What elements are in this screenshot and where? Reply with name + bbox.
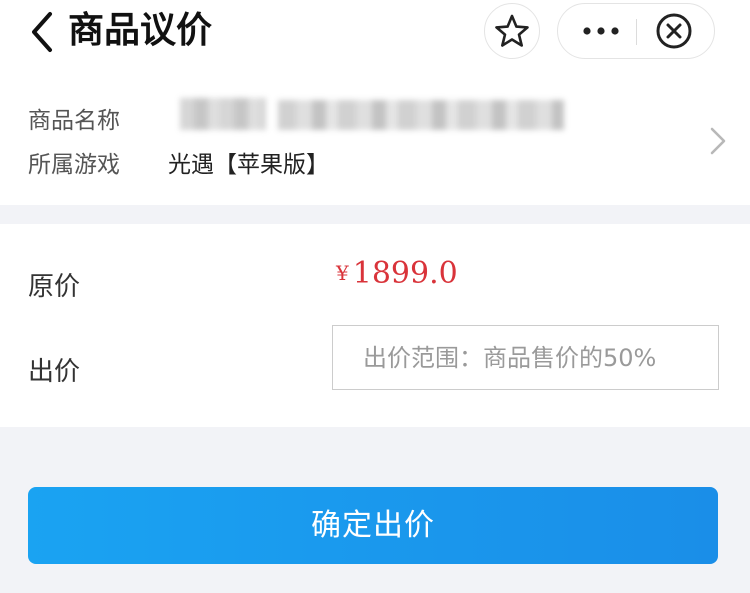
more-icon (583, 27, 619, 35)
product-name-blurred-2 (278, 100, 564, 130)
game-value: 光遇【苹果版】 (168, 152, 329, 178)
product-detail-arrow[interactable] (704, 125, 730, 157)
currency-symbol: ¥ (336, 261, 349, 285)
bid-label: 出价 (28, 357, 81, 387)
more-button[interactable] (558, 4, 636, 58)
capsule-divider (636, 19, 637, 45)
original-price-label: 原价 (28, 272, 81, 302)
confirm-bid-button[interactable]: 确定出价 (28, 487, 718, 564)
price-card: 原价 ¥1899.0 出价 (0, 224, 750, 427)
back-button[interactable] (22, 10, 62, 54)
original-price-value: 1899.0 (352, 256, 458, 291)
page-title: 商品议价 (68, 10, 213, 51)
back-icon (32, 12, 52, 52)
favorite-button[interactable] (484, 3, 540, 59)
bid-price-input[interactable] (332, 325, 719, 390)
star-icon (495, 14, 529, 47)
close-circle-icon (656, 13, 692, 49)
nav-bar: 商品议价 (0, 0, 750, 70)
chevron-right-icon (710, 127, 726, 155)
product-name-label: 商品名称 (28, 108, 120, 134)
close-button[interactable] (638, 4, 714, 58)
product-name-blurred (180, 98, 266, 130)
game-label: 所属游戏 (28, 152, 120, 178)
product-info-card[interactable]: 商品名称 所属游戏 光遇【苹果版】 (0, 70, 750, 205)
mini-program-capsule (557, 3, 715, 59)
original-price: ¥1899.0 (336, 256, 458, 291)
